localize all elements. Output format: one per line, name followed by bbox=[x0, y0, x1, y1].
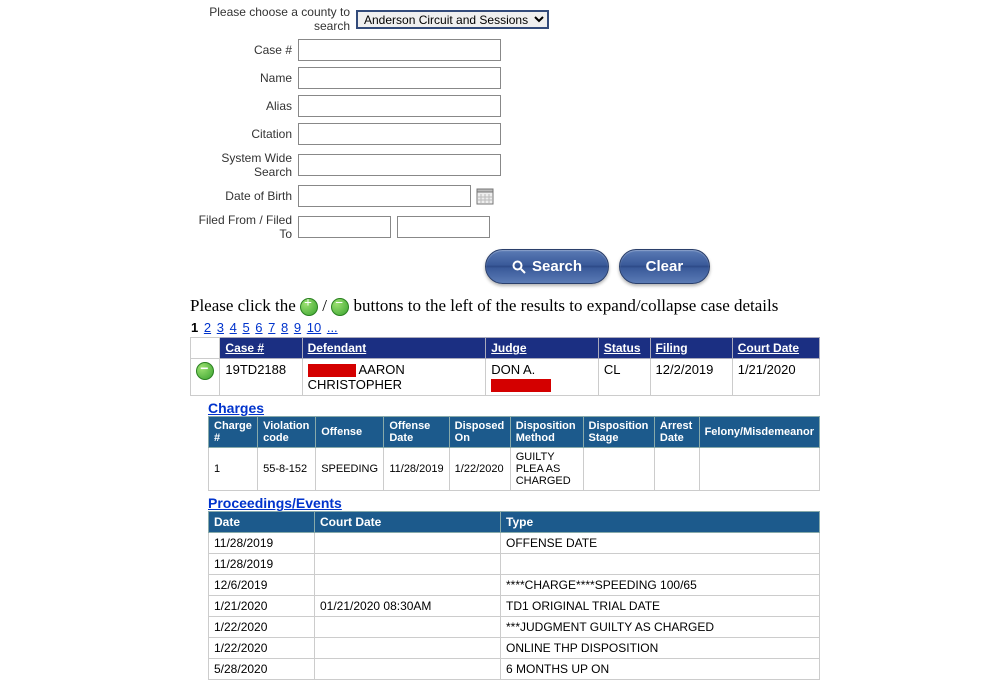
ch-col-offense: Offense bbox=[316, 417, 384, 448]
county-label: Please choose a county to search bbox=[190, 5, 356, 33]
page-link[interactable]: 10 bbox=[307, 320, 321, 335]
citation-input[interactable] bbox=[298, 123, 501, 145]
alias-label: Alias bbox=[190, 99, 298, 113]
charge-row: 1 55-8-152 SPEEDING 11/28/2019 1/22/2020… bbox=[209, 448, 820, 491]
col-defendant[interactable]: Defendant bbox=[302, 338, 486, 359]
page-link[interactable]: 2 bbox=[204, 320, 211, 335]
ev-col-courtdate: Court Date bbox=[315, 512, 501, 533]
expand-icon bbox=[300, 298, 318, 316]
events-title[interactable]: Proceedings/Events bbox=[208, 495, 342, 511]
name-label: Name bbox=[190, 71, 298, 85]
cell-filing: 12/2/2019 bbox=[650, 359, 732, 396]
case-no-label: Case # bbox=[190, 43, 298, 57]
col-status[interactable]: Status bbox=[598, 338, 650, 359]
calendar-icon[interactable] bbox=[476, 187, 494, 205]
charges-table: Charge # Violation code Offense Offense … bbox=[208, 416, 820, 491]
ev-col-date: Date bbox=[209, 512, 315, 533]
sws-label: System Wide Search bbox=[190, 151, 298, 179]
event-row: 1/21/202001/21/2020 08:30AMTD1 ORIGINAL … bbox=[209, 596, 820, 617]
cell-status: CL bbox=[598, 359, 650, 396]
search-button[interactable]: Search bbox=[485, 249, 609, 284]
ch-col-stage: Disposition Stage bbox=[583, 417, 654, 448]
col-case-no[interactable]: Case # bbox=[220, 338, 302, 359]
filed-to-input[interactable] bbox=[397, 216, 490, 238]
search-icon bbox=[512, 260, 526, 274]
ch-col-arrest: Arrest Date bbox=[654, 417, 699, 448]
ch-col-offdate: Offense Date bbox=[384, 417, 449, 448]
instructions-text: Please click the / buttons to the left o… bbox=[190, 296, 1000, 316]
col-court-date[interactable]: Court Date bbox=[732, 338, 819, 359]
cell-defendant: AARON CHRISTOPHER bbox=[302, 359, 486, 396]
col-filing[interactable]: Filing bbox=[650, 338, 732, 359]
ch-col-disposed: Disposed On bbox=[449, 417, 510, 448]
event-row: 1/22/2020ONLINE THP DISPOSITION bbox=[209, 638, 820, 659]
name-input[interactable] bbox=[298, 67, 501, 89]
page-link[interactable]: 8 bbox=[281, 320, 288, 335]
page-link[interactable]: 4 bbox=[230, 320, 237, 335]
cell-judge: DON A. bbox=[486, 359, 599, 396]
ch-col-fm: Felony/Misdemeanor bbox=[699, 417, 819, 448]
case-no-input[interactable] bbox=[298, 39, 501, 61]
county-select[interactable]: Anderson Circuit and Sessions bbox=[356, 10, 549, 29]
page-link[interactable]: 3 bbox=[217, 320, 224, 335]
charges-title[interactable]: Charges bbox=[208, 400, 264, 416]
event-row: 11/28/2019 bbox=[209, 554, 820, 575]
page-current: 1 bbox=[191, 320, 198, 335]
cell-court-date: 1/21/2020 bbox=[732, 359, 819, 396]
pager: 1 2 3 4 5 6 7 8 9 10 ... bbox=[190, 320, 1000, 335]
page-link[interactable]: 5 bbox=[242, 320, 249, 335]
dob-label: Date of Birth bbox=[190, 189, 298, 203]
dob-input[interactable] bbox=[298, 185, 471, 207]
event-row: 5/28/20206 MONTHS UP ON bbox=[209, 659, 820, 680]
page-link[interactable]: ... bbox=[327, 320, 338, 335]
filed-from-input[interactable] bbox=[298, 216, 391, 238]
filed-label: Filed From / Filed To bbox=[190, 213, 298, 241]
event-row: 1/22/2020***JUDGMENT GUILTY AS CHARGED bbox=[209, 617, 820, 638]
ch-col-method: Disposition Method bbox=[510, 417, 583, 448]
results-table: Case # Defendant Judge Status Filing Cou… bbox=[190, 337, 820, 396]
alias-input[interactable] bbox=[298, 95, 501, 117]
cell-case-no: 19TD2188 bbox=[220, 359, 302, 396]
ev-col-type: Type bbox=[501, 512, 820, 533]
collapse-icon bbox=[331, 298, 349, 316]
event-row: 11/28/2019OFFENSE DATE bbox=[209, 533, 820, 554]
ch-col-no: Charge # bbox=[209, 417, 258, 448]
row-collapse-icon[interactable] bbox=[196, 362, 214, 380]
sws-input[interactable] bbox=[298, 154, 501, 176]
col-judge[interactable]: Judge bbox=[486, 338, 599, 359]
ch-col-violation: Violation code bbox=[258, 417, 316, 448]
redacted bbox=[491, 379, 551, 392]
page-link[interactable]: 9 bbox=[294, 320, 301, 335]
page-link[interactable]: 7 bbox=[268, 320, 275, 335]
citation-label: Citation bbox=[190, 127, 298, 141]
clear-button[interactable]: Clear bbox=[619, 249, 711, 284]
event-row: 12/6/2019****CHARGE****SPEEDING 100/65 bbox=[209, 575, 820, 596]
events-table: Date Court Date Type 11/28/2019OFFENSE D… bbox=[208, 511, 820, 680]
page-link[interactable]: 6 bbox=[255, 320, 262, 335]
redacted bbox=[308, 364, 356, 377]
table-row: 19TD2188 AARON CHRISTOPHER DON A. CL 12/… bbox=[191, 359, 820, 396]
